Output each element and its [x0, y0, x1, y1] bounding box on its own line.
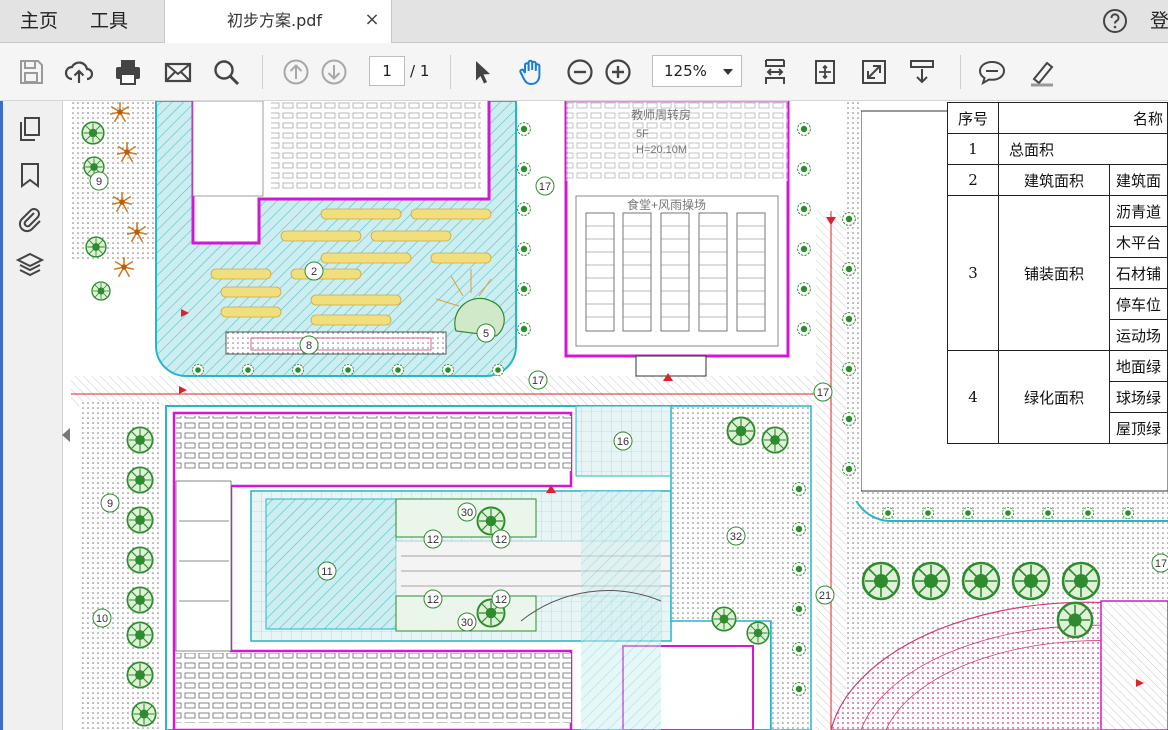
toolbar-separator	[450, 55, 451, 89]
plan-label: 12	[495, 534, 507, 546]
save-icon[interactable]	[16, 57, 46, 87]
toolbar-separator	[262, 55, 263, 89]
table-row: 3 铺装面积 沥青道	[947, 195, 1168, 351]
scroll-mode-icon[interactable]	[907, 57, 937, 87]
login-link[interactable]: 登	[1150, 0, 1168, 42]
help-icon[interactable]	[1102, 8, 1128, 34]
plan-label: 2	[311, 266, 317, 278]
hand-icon[interactable]	[516, 57, 546, 87]
plan-label: 17	[532, 375, 544, 387]
table-cell: 2	[947, 164, 999, 196]
plan-label: 30	[461, 507, 473, 519]
side-panel	[0, 101, 63, 730]
page-number-input[interactable]: 1	[369, 56, 405, 86]
comment-icon[interactable]	[977, 57, 1007, 87]
table-row: 序号 名称	[947, 102, 1168, 134]
plan-label: 9	[107, 498, 113, 510]
plan-label: 17	[539, 181, 551, 193]
nav-home[interactable]: 主页	[20, 0, 58, 42]
toolbar: 1 / 1 125%	[0, 43, 1168, 101]
table-cell: 建筑面积	[998, 164, 1110, 196]
close-icon[interactable]: ×	[363, 11, 381, 29]
table-cell: 球场绿	[1109, 381, 1168, 413]
collapse-panel-arrow-icon[interactable]	[62, 428, 70, 442]
fit-page-icon[interactable]	[760, 57, 790, 87]
nav-tools[interactable]: 工具	[90, 0, 128, 42]
table-cell: 3	[947, 195, 999, 351]
table-cell: 运动场	[1109, 319, 1168, 351]
document-tab-title: 初步方案.pdf	[227, 11, 323, 30]
document-tab[interactable]: 初步方案.pdf ×	[164, 0, 392, 43]
table-header-name: 名称	[998, 102, 1168, 134]
fullscreen-icon[interactable]	[859, 57, 889, 87]
zoom-value: 125%	[664, 62, 707, 80]
zoom-in-icon[interactable]	[603, 57, 633, 87]
page-total: / 1	[410, 62, 430, 80]
plan-label: 17	[1155, 558, 1167, 570]
rotate-icon[interactable]	[810, 57, 840, 87]
building-height-label: H=20.10M	[636, 144, 687, 156]
plan-label: 11	[321, 566, 332, 578]
canteen-label: 食堂+风雨操场	[627, 197, 706, 212]
plan-label: 5	[483, 328, 489, 340]
table-cell: 绿化面积	[998, 350, 1110, 444]
table-cell: 木平台	[1109, 226, 1168, 258]
plan-label: 17	[817, 387, 829, 399]
area-table: 序号 名称 1 总面积 2 建筑面积 建筑面 3 铺装面积 沥青道 木平台 石材…	[947, 102, 1168, 444]
print-icon[interactable]	[113, 57, 143, 87]
plan-label: 21	[819, 590, 831, 602]
plan-label: 8	[306, 340, 312, 352]
tab-bar: 主页 工具 初步方案.pdf × 登	[0, 0, 1168, 43]
table-row: 1 总面积	[947, 133, 1168, 165]
plan-label: 9	[96, 176, 102, 188]
building-floors-label: 5F	[636, 128, 649, 140]
plan-label: 12	[495, 594, 507, 606]
email-icon[interactable]	[163, 57, 193, 87]
table-cell: 石材铺	[1109, 257, 1168, 289]
attachment-icon[interactable]	[16, 205, 44, 233]
building-top-label: 教师周转房	[631, 107, 691, 122]
plan-label: 12	[427, 594, 439, 606]
arrow-up-icon[interactable]	[281, 57, 311, 87]
table-cell: 1	[947, 133, 999, 165]
table-row: 4 绿化面积 地面绿	[947, 350, 1168, 444]
pointer-icon[interactable]	[468, 57, 498, 87]
table-cell: 铺装面积	[998, 195, 1110, 351]
chevron-down-icon	[723, 69, 733, 75]
toolbar-separator	[960, 55, 961, 89]
plan-label: 10	[96, 613, 108, 625]
layers-icon[interactable]	[16, 251, 44, 279]
upload-icon[interactable]	[64, 57, 94, 87]
zoom-select[interactable]: 125%	[652, 55, 742, 87]
plan-label: 30	[461, 617, 473, 629]
table-cell: 地面绿	[1109, 350, 1168, 382]
arrow-down-icon[interactable]	[319, 57, 349, 87]
bookmark-icon[interactable]	[16, 161, 44, 189]
table-cell: 沥青道	[1109, 195, 1168, 227]
plan-label: 12	[427, 534, 439, 546]
table-header-no: 序号	[947, 102, 999, 134]
search-icon[interactable]	[211, 57, 241, 87]
pages-icon[interactable]	[16, 115, 44, 143]
table-cell: 停车位	[1109, 288, 1168, 320]
plan-label: 32	[730, 531, 742, 543]
table-row: 2 建筑面积 建筑面	[947, 164, 1168, 196]
zoom-out-icon[interactable]	[565, 57, 595, 87]
highlight-icon[interactable]	[1027, 57, 1057, 87]
table-cell: 屋顶绿	[1109, 412, 1168, 444]
table-cell: 总面积	[998, 133, 1168, 165]
document-viewer[interactable]: 教师周转房 5F H=20.10M 食堂+风雨操场 9 2 5 8 17 17 …	[71, 101, 1168, 730]
plan-label: 16	[617, 436, 629, 448]
table-cell: 建筑面	[1109, 164, 1168, 196]
table-cell: 4	[947, 350, 999, 444]
